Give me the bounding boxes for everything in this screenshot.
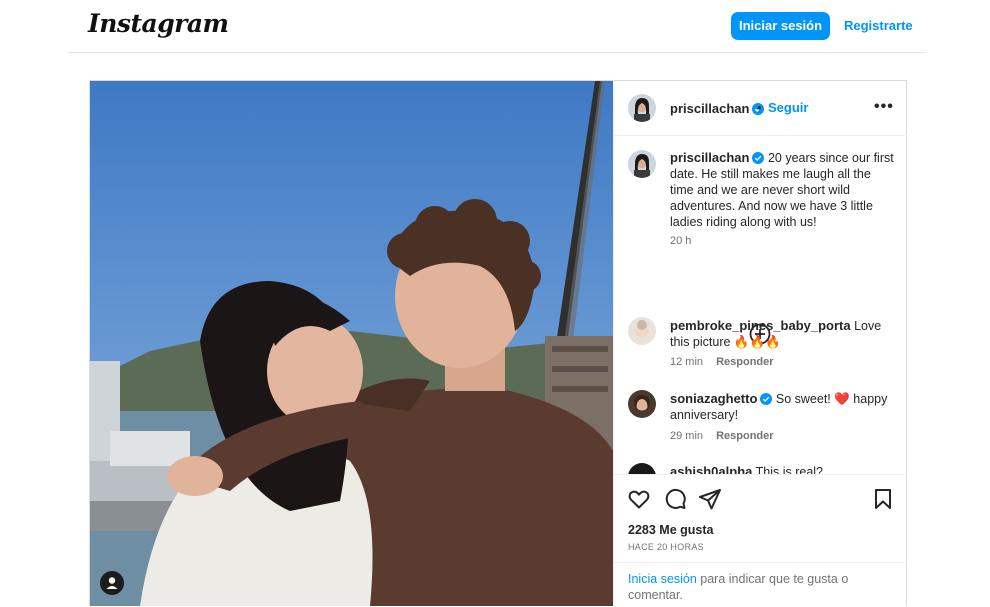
caption-avatar[interactable] xyxy=(628,150,656,178)
bookmark-icon[interactable] xyxy=(871,487,895,511)
user-tag-icon xyxy=(106,577,118,589)
comment-username[interactable]: ashish0alpha xyxy=(670,464,752,474)
login-prompt-link[interactable]: Inicia sesión xyxy=(628,572,697,586)
follow-button[interactable]: Seguir xyxy=(768,100,808,115)
user-tag-button[interactable] xyxy=(100,571,124,595)
caption-text-block: priscillachan 20 years since our first d… xyxy=(670,150,896,230)
post-photo[interactable] xyxy=(90,81,613,606)
comment-text-block: ashish0alpha This is real? xyxy=(670,464,896,474)
author-username[interactable]: priscillachan xyxy=(670,101,749,116)
post-sidebar: priscillachan • Seguir ••• priscillachan… xyxy=(613,81,907,606)
comment-username[interactable]: pembroke_pines_baby_porta xyxy=(670,318,851,333)
author-avatar[interactable] xyxy=(628,94,656,122)
reply-button[interactable]: Responder xyxy=(716,430,773,442)
verified-badge-icon xyxy=(752,152,765,164)
comment-text-block: soniazaghetto So sweet! ❤️ happy anniver… xyxy=(670,391,896,423)
more-options-icon[interactable]: ••• xyxy=(874,98,894,116)
separator-dot: • xyxy=(757,100,762,115)
comment-icon[interactable] xyxy=(663,487,687,511)
caption-username[interactable]: priscillachan xyxy=(670,150,749,165)
top-navigation-bar: Instagram Iniciar sesión Registrarte xyxy=(68,0,926,53)
comment-meta: 29 min Responder xyxy=(670,430,784,442)
author-name-row[interactable]: priscillachan xyxy=(670,100,765,118)
comments-list[interactable]: priscillachan 20 years since our first d… xyxy=(614,136,907,474)
comment-text-block: pembroke_pines_baby_porta Love this pict… xyxy=(670,318,896,350)
post-header: priscillachan • Seguir ••• xyxy=(614,81,907,136)
login-prompt: Inicia sesión para indicar que te gusta … xyxy=(614,562,907,603)
comment-time: 12 min xyxy=(670,356,704,368)
post-container: priscillachan • Seguir ••• priscillachan… xyxy=(89,80,907,606)
heart-icon[interactable] xyxy=(627,487,651,511)
post-timestamp: HACE 20 HORAS xyxy=(628,542,704,552)
caption-meta: 20 h xyxy=(670,235,701,247)
comment-avatar[interactable] xyxy=(628,317,656,345)
photo-illustration xyxy=(90,81,613,606)
comment-text: This is real? xyxy=(755,465,824,474)
comment-meta: 12 min Responder xyxy=(670,356,784,368)
verified-badge-icon xyxy=(760,393,773,405)
instagram-logo[interactable]: Instagram xyxy=(88,9,229,38)
comment-avatar[interactable] xyxy=(628,463,656,474)
comment-avatar[interactable] xyxy=(628,390,656,418)
comment-time: 29 min xyxy=(670,430,704,442)
likes-count[interactable]: 2283 Me gusta xyxy=(628,523,713,537)
login-button[interactable]: Iniciar sesión xyxy=(731,12,830,40)
share-icon[interactable] xyxy=(698,487,722,511)
comment-username[interactable]: soniazaghetto xyxy=(670,391,757,406)
reply-button[interactable]: Responder xyxy=(716,356,773,368)
post-actions-section: 2283 Me gusta HACE 20 HORAS Inicia sesió… xyxy=(614,474,907,607)
caption-time: 20 h xyxy=(670,235,692,247)
register-link[interactable]: Registrarte xyxy=(844,18,913,33)
